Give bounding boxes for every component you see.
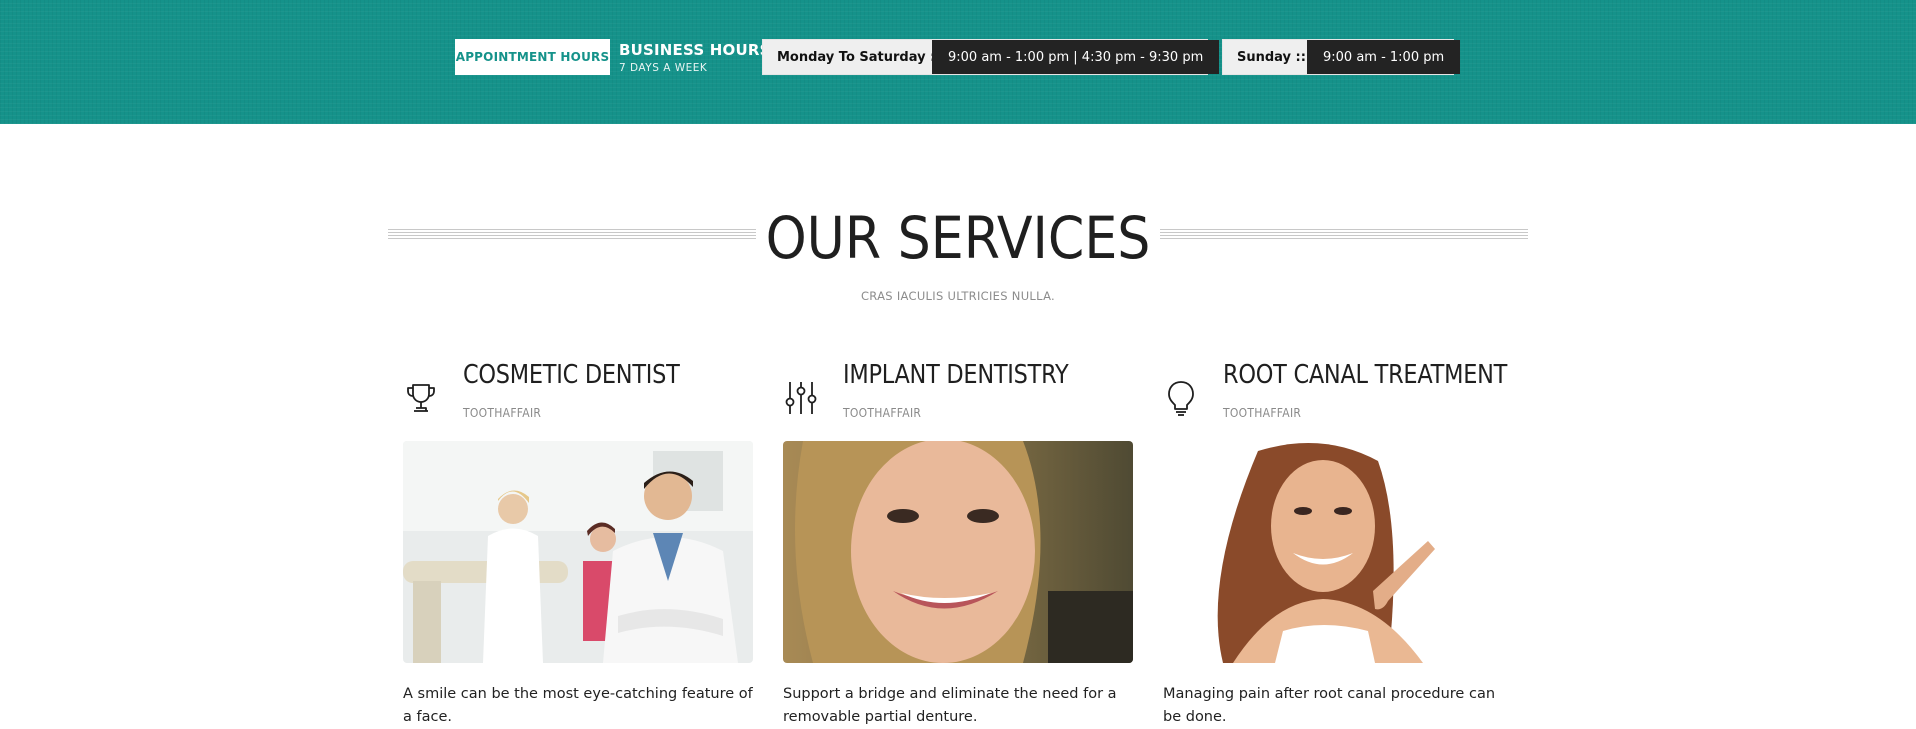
service-description: Support a bridge and eliminate the need … [783, 686, 1117, 725]
section-title: OUR SERVICES [765, 204, 1151, 272]
service-title[interactable]: COSMETIC DENTIST [463, 360, 680, 390]
hours-time-value: 9:00 am - 1:00 pm [1307, 40, 1461, 74]
hours-day-label: Monday To Saturday :: [763, 40, 941, 74]
service-title[interactable]: ROOT CANAL TREATMENT [1223, 360, 1507, 390]
hours-day-label: Sunday :: [1223, 40, 1307, 74]
dentist-team-photo [403, 441, 753, 663]
business-hours-subtitle: 7 DAYS A WEEK [619, 62, 708, 74]
service-tag: TOOTHAFFAIR [843, 406, 922, 420]
service-title[interactable]: IMPLANT DENTISTRY [843, 360, 1069, 390]
business-hours-bar: APPOINTMENT HOURS BUSINESS HOURS 7 DAYS … [0, 0, 1916, 124]
woman-pointing-smile-photo [1163, 441, 1513, 663]
hours-time-value: 9:00 am - 1:00 pm | 4:30 pm - 9:30 pm [932, 40, 1220, 74]
service-description: A smile can be the most eye-catching fea… [403, 686, 753, 725]
business-hours-title: BUSINESS HOURS [619, 41, 771, 59]
trophy-icon [403, 378, 439, 418]
smiling-woman-photo [783, 441, 1133, 663]
heading-divider-right [1160, 229, 1528, 239]
service-description: Managing pain after root canal procedure… [1163, 686, 1496, 725]
heading-divider-left [388, 229, 756, 239]
lightbulb-icon [1163, 378, 1199, 418]
hours-sunday: Sunday :: 9:00 am - 1:00 pm [1222, 39, 1461, 75]
section-subtitle: CRAS IACULIS ULTRICIES NULLA. [860, 289, 1056, 303]
service-tag: TOOTHAFFAIR [463, 406, 542, 420]
sliders-icon [783, 378, 819, 418]
service-tag: TOOTHAFFAIR [1223, 406, 1302, 420]
hours-weekdays: Monday To Saturday :: 9:00 am - 1:00 pm … [762, 39, 1220, 75]
appointment-hours-button[interactable]: APPOINTMENT HOURS [455, 39, 610, 75]
